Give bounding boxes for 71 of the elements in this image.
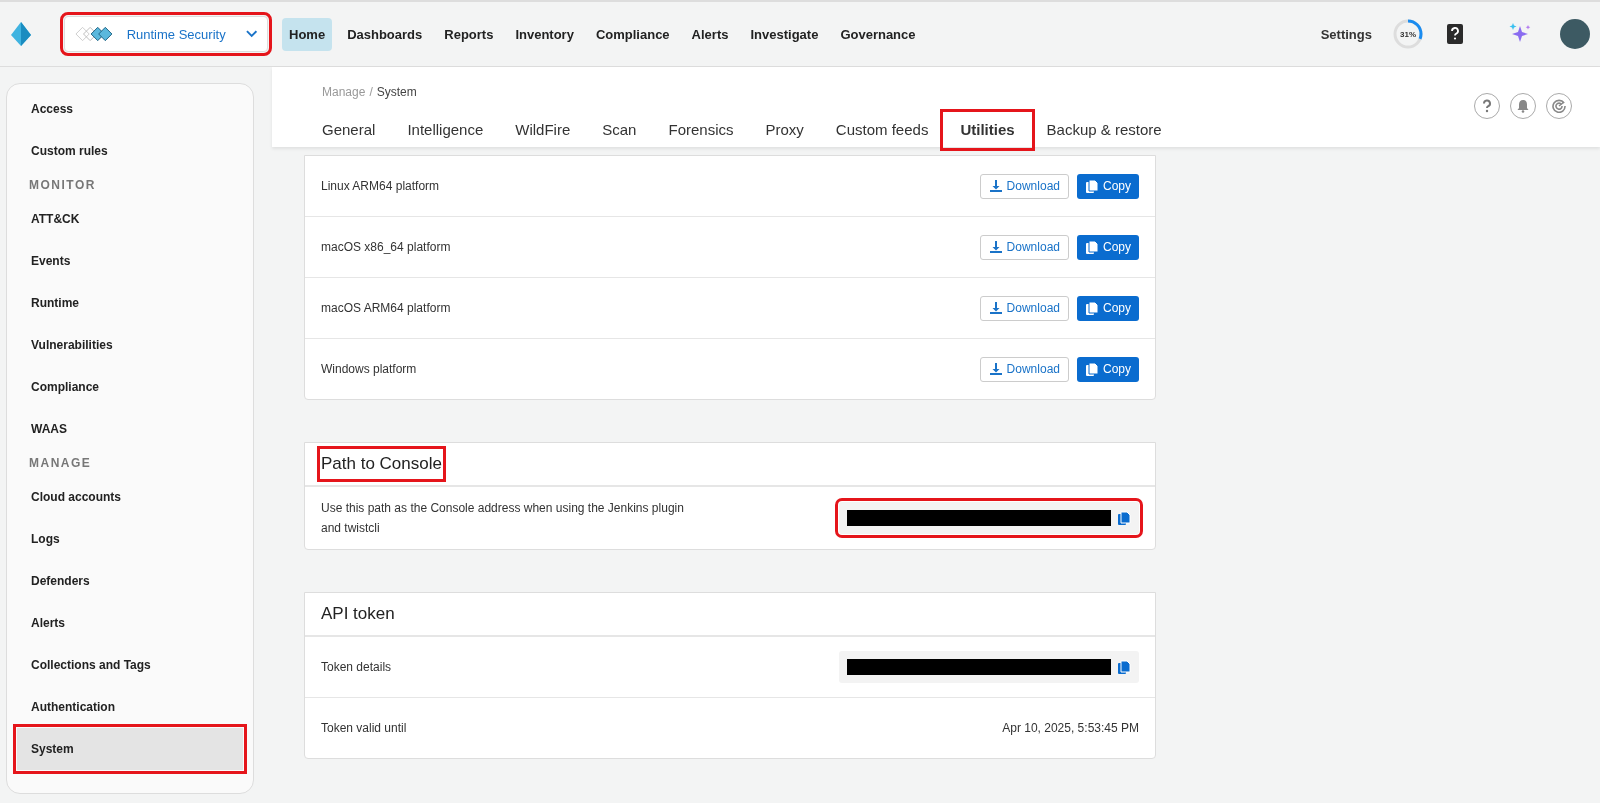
tab[interactable]: WildFire [499,113,587,147]
breadcrumb-separator: / [369,85,373,99]
logo-icon[interactable] [10,21,32,47]
sidebar-item[interactable]: Alerts [17,602,243,644]
platform-label: Windows platform [321,362,417,376]
sidebar-heading: MONITOR [28,177,97,194]
copy-icon [1117,659,1131,675]
nav-tab[interactable]: Home [282,17,333,51]
nav-tab[interactable]: Inventory [508,17,581,51]
download-icon [988,240,1003,254]
download-button[interactable]: Download [979,295,1069,321]
copy-icon [1117,510,1131,526]
nav-tab[interactable]: Reports [437,17,501,51]
download-button[interactable]: Download [979,234,1069,260]
platform-label: Linux ARM64 platform [321,179,440,193]
nav-tab[interactable]: Governance [833,17,923,51]
path-description: Use this path as the Console address when using the Jenkins plugin and twistcli [321,500,685,537]
download-icon [988,301,1003,315]
copy-button[interactable]: Copy [1077,295,1139,321]
help-book-icon[interactable] [1446,23,1464,45]
breadcrumb-current: System [376,85,417,99]
sidebar-item[interactable]: Authentication [17,686,243,728]
copy-icon [1085,239,1099,255]
copy-button[interactable]: Copy [1077,234,1139,260]
chevron-down-icon [245,30,257,38]
sidebar-heading: MANAGE [28,455,93,472]
tab[interactable]: Proxy [749,113,820,147]
progress-ring[interactable]: 31% [1392,18,1424,50]
help-icon[interactable] [1474,93,1500,119]
tab[interactable]: General [322,113,392,147]
copy-icon [1085,361,1099,377]
sidebar-item[interactable]: Defenders [17,560,243,602]
tab[interactable]: Forensics [652,113,750,147]
bell-icon[interactable] [1510,93,1536,119]
download-icon [988,362,1003,376]
token-expiry: Apr 10, 2025, 5:53:45 PM [1002,721,1139,735]
settings-link[interactable]: Settings [1320,26,1372,42]
platform-label: macOS ARM64 platform [321,301,451,315]
nav-tab[interactable]: Investigate [743,17,826,51]
tab[interactable]: Intelligence [391,113,500,147]
tab[interactable]: Custom feeds [819,113,945,147]
sidebar-item[interactable]: Events [17,240,243,282]
nav-tab[interactable]: Alerts [684,17,736,51]
sidebar-item[interactable]: Vulnerabilities [17,324,243,366]
platform-label: macOS x86_64 platform [321,240,451,254]
copy-icon [1085,300,1099,316]
copy-button[interactable]: Copy [1077,173,1139,199]
sidebar-item[interactable]: Access [17,88,243,130]
card-title: API token [321,603,395,625]
sidebar-item[interactable]: Logs [17,518,243,560]
download-button[interactable]: Download [979,356,1069,382]
download-icon [988,179,1003,193]
copy-icon [1085,178,1099,194]
sidebar-item[interactable]: Custom rules [17,130,243,172]
radar-icon[interactable] [1546,93,1572,119]
tab[interactable]: Backup & restore [1030,113,1178,147]
nav-tab[interactable]: Dashboards [340,17,430,51]
avatar[interactable] [1560,19,1590,49]
tab[interactable]: Scan [586,113,653,147]
row-label: Token details [321,660,392,674]
sidebar-item[interactable]: WAAS [17,408,243,450]
nav-tab[interactable]: Compliance [588,17,677,51]
copy-button[interactable]: Copy [1077,356,1139,382]
download-button[interactable]: Download [979,173,1069,199]
row-label: Token valid until [321,721,407,735]
token-field[interactable] [839,651,1139,683]
sidebar-item[interactable]: Cloud accounts [17,476,243,518]
sidebar-item[interactable]: Compliance [17,366,243,408]
sidebar-item[interactable]: Collections and Tags [17,644,243,686]
sidebar-item[interactable]: ATT&CK [17,198,243,240]
sidebar-item[interactable]: Runtime [17,282,243,324]
